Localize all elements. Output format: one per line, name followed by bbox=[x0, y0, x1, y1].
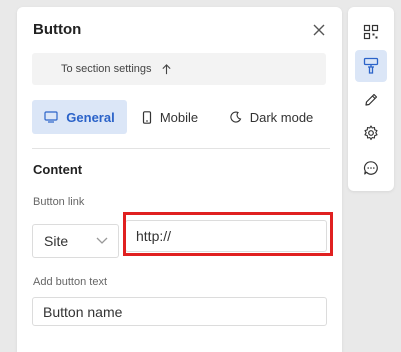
tab-dark-mode-label: Dark mode bbox=[249, 109, 314, 125]
paint-roller-icon bbox=[363, 57, 379, 74]
content-heading: Content bbox=[33, 162, 83, 177]
settings-button[interactable] bbox=[355, 117, 387, 149]
panel-title: Button bbox=[33, 21, 82, 38]
gear-icon bbox=[364, 125, 378, 141]
button-settings-panel: Button To section settings General Mobil… bbox=[17, 7, 342, 352]
qr-code-button[interactable] bbox=[355, 16, 387, 48]
style-button[interactable] bbox=[355, 50, 387, 82]
tab-general-label: General bbox=[66, 109, 115, 125]
close-icon[interactable] bbox=[312, 23, 326, 37]
tab-mobile[interactable]: Mobile bbox=[127, 100, 213, 134]
button-text-input[interactable] bbox=[32, 297, 327, 326]
pencil-icon bbox=[365, 93, 378, 106]
chevron-down-icon bbox=[96, 237, 108, 244]
phone-icon bbox=[142, 110, 151, 124]
button-link-input[interactable] bbox=[125, 220, 327, 252]
tab-mobile-label: Mobile bbox=[159, 109, 199, 125]
side-toolbar bbox=[348, 7, 394, 191]
divider bbox=[32, 148, 330, 149]
chat-icon bbox=[363, 161, 378, 175]
monitor-icon bbox=[44, 111, 58, 123]
arrow-up-icon bbox=[161, 63, 171, 74]
comments-button[interactable] bbox=[355, 152, 387, 184]
button-text-label: Add button text bbox=[33, 276, 107, 288]
tab-dark-mode[interactable]: Dark mode bbox=[213, 100, 330, 134]
moon-icon bbox=[230, 111, 241, 123]
tab-general[interactable]: General bbox=[32, 100, 127, 134]
button-link-label: Button link bbox=[33, 196, 85, 208]
to-section-settings-link[interactable]: To section settings bbox=[32, 53, 326, 85]
section-link-label: To section settings bbox=[61, 63, 152, 75]
edit-button[interactable] bbox=[355, 84, 387, 116]
qr-code-icon bbox=[363, 24, 379, 40]
settings-tabs: General Mobile Dark mode bbox=[32, 100, 330, 134]
link-type-value: Site bbox=[44, 233, 69, 249]
link-type-select[interactable]: Site bbox=[32, 224, 119, 258]
